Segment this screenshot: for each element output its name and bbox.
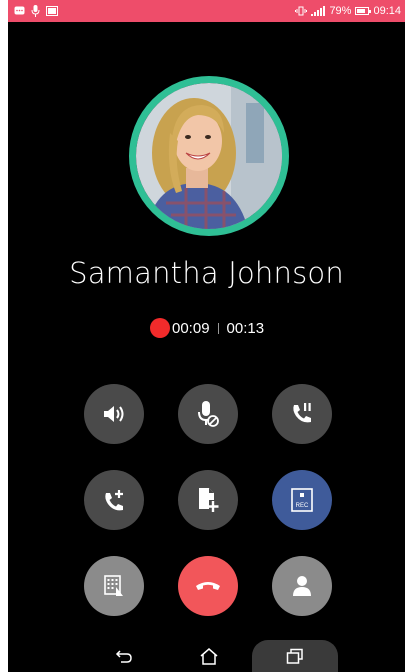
call-duration: 00:13 <box>226 319 265 337</box>
record-icon: REC <box>291 488 313 512</box>
dialpad-icon <box>104 575 123 596</box>
end-call-icon <box>196 582 220 590</box>
contact-photo <box>136 83 282 229</box>
battery-icon <box>355 7 372 15</box>
back-icon[interactable] <box>115 648 133 664</box>
mic-icon <box>31 5 40 17</box>
add-note-icon <box>199 488 219 512</box>
end-call-button[interactable] <box>178 556 238 616</box>
add-call-button[interactable] <box>84 470 144 530</box>
battery-percent: 79% <box>329 5 352 17</box>
keypad-button[interactable] <box>84 556 144 616</box>
hold-button[interactable] <box>272 384 332 444</box>
call-timer: 00:09 00:13 <box>150 318 264 338</box>
contact-button[interactable] <box>272 556 332 616</box>
contact-name: Samantha Johnson <box>69 256 344 290</box>
image-icon <box>46 6 58 16</box>
record-button[interactable]: REC <box>272 470 332 530</box>
clock: 09:14 <box>373 5 401 17</box>
navigation-bar <box>8 640 405 672</box>
person-icon <box>293 576 311 596</box>
add-call-icon <box>105 490 123 511</box>
signal-icon <box>311 6 326 16</box>
chat-icon <box>14 6 25 14</box>
mute-button[interactable] <box>178 384 238 444</box>
add-note-button[interactable] <box>178 470 238 530</box>
speaker-button[interactable] <box>84 384 144 444</box>
call-hold-icon <box>293 403 311 423</box>
vibrate-icon <box>295 6 308 16</box>
recording-time: 00:09 <box>172 319 210 337</box>
status-bar: 79% 09:14 <box>8 0 405 22</box>
contact-avatar <box>129 76 289 236</box>
home-icon[interactable] <box>199 647 219 665</box>
speaker-icon <box>104 406 124 422</box>
record-label: REC <box>296 503 309 509</box>
battery-fill <box>357 9 366 13</box>
timer-divider <box>217 322 219 334</box>
mute-mic-icon <box>198 401 219 427</box>
call-screen: 79% 09:14 Samantha Johnson 00:09 00:13 R… <box>8 0 405 672</box>
recording-indicator-icon <box>150 318 170 338</box>
recents-icon[interactable] <box>286 648 304 664</box>
